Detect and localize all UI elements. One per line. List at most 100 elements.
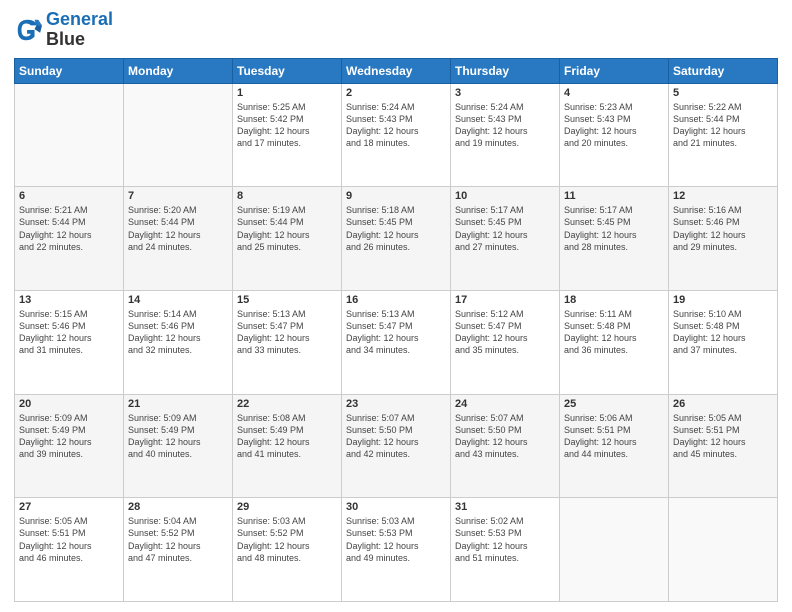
day-detail: Sunrise: 5:05 AM Sunset: 5:51 PM Dayligh… bbox=[673, 412, 773, 461]
day-number: 25 bbox=[564, 398, 664, 410]
day-detail: Sunrise: 5:24 AM Sunset: 5:43 PM Dayligh… bbox=[455, 101, 555, 150]
day-detail: Sunrise: 5:20 AM Sunset: 5:44 PM Dayligh… bbox=[128, 204, 228, 253]
calendar-cell: 26Sunrise: 5:05 AM Sunset: 5:51 PM Dayli… bbox=[669, 394, 778, 498]
header: General Blue bbox=[14, 10, 778, 50]
day-detail: Sunrise: 5:21 AM Sunset: 5:44 PM Dayligh… bbox=[19, 204, 119, 253]
calendar-week-3: 13 Sunrise: 5:15 AM Sunset: 5:46 PM Dayli… bbox=[15, 290, 778, 394]
day-number: 18 bbox=[564, 294, 664, 306]
day-number: 9 bbox=[346, 190, 446, 202]
day-number: 29 bbox=[237, 501, 337, 513]
calendar-cell bbox=[669, 498, 778, 602]
day-detail: Sunrise: 5:14 AM Sunset: 5:46 PM Dayligh… bbox=[128, 308, 228, 357]
calendar-cell: 24Sunrise: 5:07 AM Sunset: 5:50 PM Dayli… bbox=[451, 394, 560, 498]
calendar-header-sunday: Sunday bbox=[15, 58, 124, 83]
calendar: SundayMondayTuesdayWednesdayThursdayFrid… bbox=[14, 58, 778, 602]
calendar-header-thursday: Thursday bbox=[451, 58, 560, 83]
logo-text: General Blue bbox=[46, 10, 113, 50]
day-number: 14 bbox=[128, 294, 228, 306]
day-number: 3 bbox=[455, 87, 555, 99]
calendar-cell: 8 Sunrise: 5:19 AM Sunset: 5:44 PM Daylig… bbox=[233, 187, 342, 291]
calendar-cell: 16Sunrise: 5:13 AM Sunset: 5:47 PM Dayli… bbox=[342, 290, 451, 394]
day-number: 5 bbox=[673, 87, 773, 99]
day-detail: Sunrise: 5:13 AM Sunset: 5:47 PM Dayligh… bbox=[237, 308, 337, 357]
day-number: 7 bbox=[128, 190, 228, 202]
day-detail: Sunrise: 5:15 AM Sunset: 5:46 PM Dayligh… bbox=[19, 308, 119, 357]
calendar-header-monday: Monday bbox=[124, 58, 233, 83]
calendar-cell: 28 Sunrise: 5:04 AM Sunset: 5:52 PM Dayli… bbox=[124, 498, 233, 602]
calendar-header-wednesday: Wednesday bbox=[342, 58, 451, 83]
day-number: 2 bbox=[346, 87, 446, 99]
calendar-cell: 11Sunrise: 5:17 AM Sunset: 5:45 PM Dayli… bbox=[560, 187, 669, 291]
calendar-cell: 23 Sunrise: 5:07 AM Sunset: 5:50 PM Dayli… bbox=[342, 394, 451, 498]
calendar-cell: 17 Sunrise: 5:12 AM Sunset: 5:47 PM Dayli… bbox=[451, 290, 560, 394]
day-detail: Sunrise: 5:09 AM Sunset: 5:49 PM Dayligh… bbox=[128, 412, 228, 461]
day-number: 10 bbox=[455, 190, 555, 202]
calendar-cell: 18 Sunrise: 5:11 AM Sunset: 5:48 PM Dayli… bbox=[560, 290, 669, 394]
day-detail: Sunrise: 5:24 AM Sunset: 5:43 PM Dayligh… bbox=[346, 101, 446, 150]
day-detail: Sunrise: 5:07 AM Sunset: 5:50 PM Dayligh… bbox=[346, 412, 446, 461]
day-detail: Sunrise: 5:05 AM Sunset: 5:51 PM Dayligh… bbox=[19, 515, 119, 564]
day-number: 12 bbox=[673, 190, 773, 202]
day-detail: Sunrise: 5:09 AM Sunset: 5:49 PM Dayligh… bbox=[19, 412, 119, 461]
calendar-cell: 22 Sunrise: 5:08 AM Sunset: 5:49 PM Dayli… bbox=[233, 394, 342, 498]
day-number: 21 bbox=[128, 398, 228, 410]
day-number: 4 bbox=[564, 87, 664, 99]
calendar-week-4: 20 Sunrise: 5:09 AM Sunset: 5:49 PM Dayli… bbox=[15, 394, 778, 498]
calendar-cell: 13 Sunrise: 5:15 AM Sunset: 5:46 PM Dayli… bbox=[15, 290, 124, 394]
calendar-cell: 12 Sunrise: 5:16 AM Sunset: 5:46 PM Dayli… bbox=[669, 187, 778, 291]
calendar-cell: 20 Sunrise: 5:09 AM Sunset: 5:49 PM Dayli… bbox=[15, 394, 124, 498]
calendar-week-1: 1 Sunrise: 5:25 AM Sunset: 5:42 PM Daylig… bbox=[15, 83, 778, 187]
calendar-cell: 15 Sunrise: 5:13 AM Sunset: 5:47 PM Dayli… bbox=[233, 290, 342, 394]
day-number: 30 bbox=[346, 501, 446, 513]
day-number: 22 bbox=[237, 398, 337, 410]
day-number: 27 bbox=[19, 501, 119, 513]
day-number: 23 bbox=[346, 398, 446, 410]
day-number: 6 bbox=[19, 190, 119, 202]
calendar-cell: 1 Sunrise: 5:25 AM Sunset: 5:42 PM Daylig… bbox=[233, 83, 342, 187]
day-number: 17 bbox=[455, 294, 555, 306]
day-detail: Sunrise: 5:18 AM Sunset: 5:45 PM Dayligh… bbox=[346, 204, 446, 253]
calendar-header-row: SundayMondayTuesdayWednesdayThursdayFrid… bbox=[15, 58, 778, 83]
calendar-week-5: 27 Sunrise: 5:05 AM Sunset: 5:51 PM Dayli… bbox=[15, 498, 778, 602]
logo-icon bbox=[14, 16, 42, 44]
day-detail: Sunrise: 5:03 AM Sunset: 5:53 PM Dayligh… bbox=[346, 515, 446, 564]
day-detail: Sunrise: 5:17 AM Sunset: 5:45 PM Dayligh… bbox=[564, 204, 664, 253]
day-detail: Sunrise: 5:16 AM Sunset: 5:46 PM Dayligh… bbox=[673, 204, 773, 253]
calendar-header-tuesday: Tuesday bbox=[233, 58, 342, 83]
day-number: 15 bbox=[237, 294, 337, 306]
calendar-cell: 14 Sunrise: 5:14 AM Sunset: 5:46 PM Dayli… bbox=[124, 290, 233, 394]
day-detail: Sunrise: 5:19 AM Sunset: 5:44 PM Dayligh… bbox=[237, 204, 337, 253]
calendar-cell: 30 Sunrise: 5:03 AM Sunset: 5:53 PM Dayli… bbox=[342, 498, 451, 602]
day-detail: Sunrise: 5:02 AM Sunset: 5:53 PM Dayligh… bbox=[455, 515, 555, 564]
day-number: 1 bbox=[237, 87, 337, 99]
day-number: 16 bbox=[346, 294, 446, 306]
calendar-cell bbox=[15, 83, 124, 187]
calendar-cell: 27 Sunrise: 5:05 AM Sunset: 5:51 PM Dayli… bbox=[15, 498, 124, 602]
calendar-header-saturday: Saturday bbox=[669, 58, 778, 83]
calendar-cell: 25 Sunrise: 5:06 AM Sunset: 5:51 PM Dayli… bbox=[560, 394, 669, 498]
day-detail: Sunrise: 5:17 AM Sunset: 5:45 PM Dayligh… bbox=[455, 204, 555, 253]
day-detail: Sunrise: 5:06 AM Sunset: 5:51 PM Dayligh… bbox=[564, 412, 664, 461]
calendar-cell: 29 Sunrise: 5:03 AM Sunset: 5:52 PM Dayli… bbox=[233, 498, 342, 602]
calendar-cell: 2 Sunrise: 5:24 AM Sunset: 5:43 PM Daylig… bbox=[342, 83, 451, 187]
day-number: 19 bbox=[673, 294, 773, 306]
day-detail: Sunrise: 5:25 AM Sunset: 5:42 PM Dayligh… bbox=[237, 101, 337, 150]
day-detail: Sunrise: 5:11 AM Sunset: 5:48 PM Dayligh… bbox=[564, 308, 664, 357]
calendar-cell: 10 Sunrise: 5:17 AM Sunset: 5:45 PM Dayli… bbox=[451, 187, 560, 291]
calendar-cell: 31 Sunrise: 5:02 AM Sunset: 5:53 PM Dayli… bbox=[451, 498, 560, 602]
day-number: 8 bbox=[237, 190, 337, 202]
day-detail: Sunrise: 5:10 AM Sunset: 5:48 PM Dayligh… bbox=[673, 308, 773, 357]
day-detail: Sunrise: 5:04 AM Sunset: 5:52 PM Dayligh… bbox=[128, 515, 228, 564]
day-number: 24 bbox=[455, 398, 555, 410]
logo: General Blue bbox=[14, 10, 113, 50]
day-number: 28 bbox=[128, 501, 228, 513]
day-detail: Sunrise: 5:12 AM Sunset: 5:47 PM Dayligh… bbox=[455, 308, 555, 357]
day-number: 13 bbox=[19, 294, 119, 306]
calendar-cell: 21 Sunrise: 5:09 AM Sunset: 5:49 PM Dayli… bbox=[124, 394, 233, 498]
day-number: 31 bbox=[455, 501, 555, 513]
calendar-cell: 7 Sunrise: 5:20 AM Sunset: 5:44 PM Daylig… bbox=[124, 187, 233, 291]
day-detail: Sunrise: 5:03 AM Sunset: 5:52 PM Dayligh… bbox=[237, 515, 337, 564]
day-detail: Sunrise: 5:22 AM Sunset: 5:44 PM Dayligh… bbox=[673, 101, 773, 150]
day-detail: Sunrise: 5:08 AM Sunset: 5:49 PM Dayligh… bbox=[237, 412, 337, 461]
day-number: 20 bbox=[19, 398, 119, 410]
